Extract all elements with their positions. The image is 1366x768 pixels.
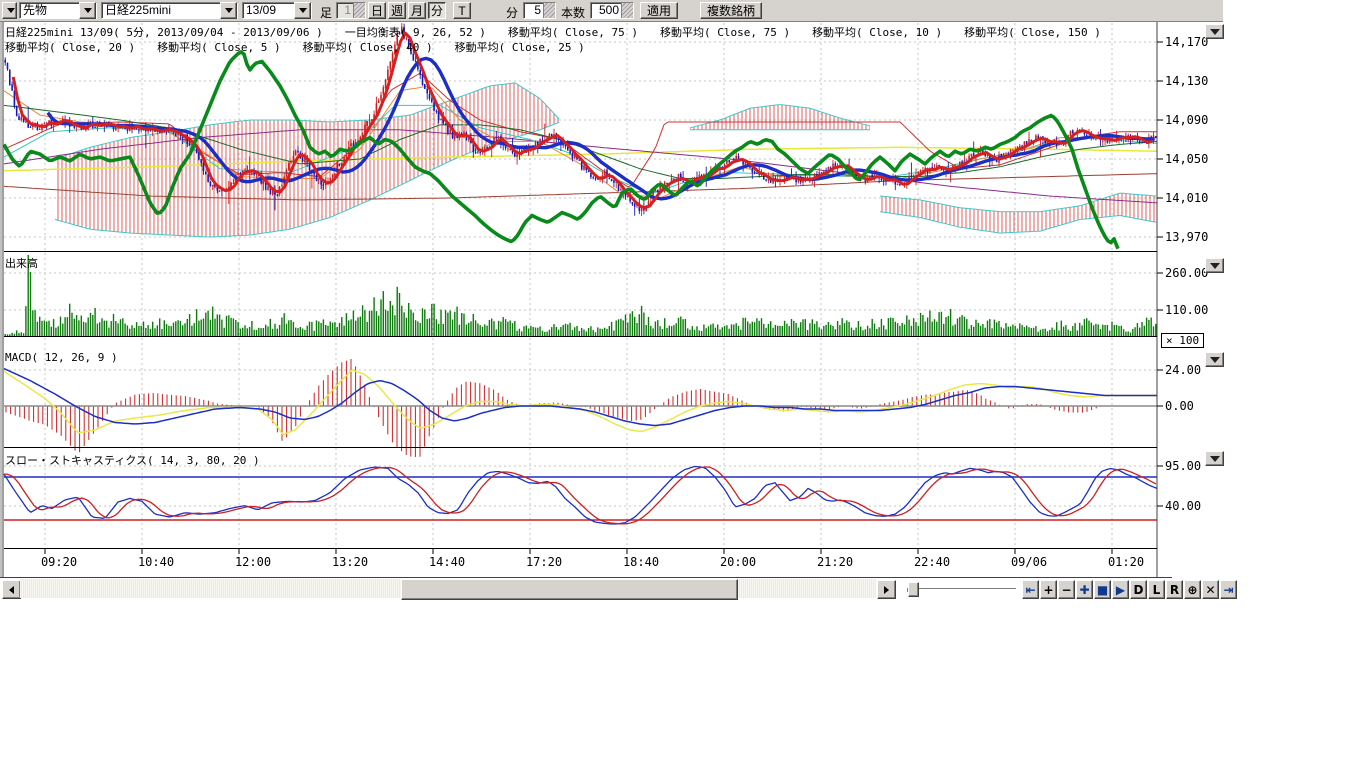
slider-groove: [907, 588, 1016, 592]
time-tick-label: 13:20: [325, 555, 375, 569]
chart-control-button-step-right[interactable]: ⇥: [1220, 580, 1237, 599]
axis-tick-label: 14,170: [1165, 35, 1208, 49]
axis-tick-label: 260.00: [1165, 266, 1208, 280]
legend-item: 移動平均( Close, 25 ): [455, 41, 585, 54]
chart-control-button-zoom-out[interactable]: −: [1058, 580, 1075, 599]
time-tick-label: 14:40: [422, 555, 472, 569]
chart-control-button-l-mode[interactable]: L: [1148, 580, 1165, 599]
legend-item: 移動平均( Close, 40 ): [303, 41, 433, 54]
time-tick-label: 09/06: [1004, 555, 1054, 569]
axis-tick-label: 110.00: [1165, 303, 1208, 317]
chart-application-window: { "toolbar": { "mini_combo_icon": "dropd…: [0, 0, 1366, 768]
time-tick-label: 18:40: [616, 555, 666, 569]
scroll-right-button[interactable]: [877, 580, 896, 599]
chart-control-button-play[interactable]: ▶: [1112, 580, 1129, 599]
chart-control-button-bar: ⇤+−✚■▶DLR⊕✕⇥: [1022, 580, 1238, 599]
time-tick-label: 17:20: [519, 555, 569, 569]
axis-tick-label: 40.00: [1165, 499, 1201, 513]
legend-item: 移動平均( Close, 75 ): [660, 26, 790, 39]
arrow-left-icon: [9, 586, 14, 594]
scroll-left-button[interactable]: [2, 580, 21, 599]
stoch-pane-expander-button[interactable]: [1205, 451, 1224, 466]
price-pane-expander-button[interactable]: [1205, 24, 1224, 39]
chart-control-button-zoom-in[interactable]: +: [1040, 580, 1057, 599]
axis-tick-label: 14,090: [1165, 113, 1208, 127]
slider-thumb[interactable]: [908, 582, 919, 597]
chart-control-button-r-mode[interactable]: R: [1166, 580, 1183, 599]
chart-control-button-stop[interactable]: ■: [1094, 580, 1111, 599]
legend-item: 移動平均( Close, 10 ): [812, 26, 942, 39]
chart-control-button-step-left[interactable]: ⇤: [1022, 580, 1039, 599]
legend-item: 移動平均( Close, 75 ): [508, 26, 638, 39]
volume-multiplier-badge: × 100: [1161, 333, 1204, 348]
chart-control-button-close[interactable]: ✕: [1202, 580, 1219, 599]
indicator-legend-row-1: 日経225mini 13/09( 5分, 2013/09/04 - 2013/0…: [5, 24, 1123, 40]
time-tick-label: 09:20: [34, 555, 84, 569]
arrow-right-icon: [884, 586, 889, 594]
chart-control-button-magnify[interactable]: ⊕: [1184, 580, 1201, 599]
chevron-down-icon: [1210, 357, 1220, 363]
time-tick-label: 12:00: [228, 555, 278, 569]
macd-pane-label: MACD( 12, 26, 9 ): [5, 351, 118, 364]
volume-pane-expander-button[interactable]: [1205, 258, 1224, 273]
horizontal-scrollbar-thumb[interactable]: [401, 579, 738, 600]
chart-control-button-d-mode[interactable]: D: [1130, 580, 1147, 599]
axis-tick-label: 14,050: [1165, 152, 1208, 166]
macd-pane-expander-button[interactable]: [1205, 352, 1224, 367]
zoom-slider[interactable]: [905, 580, 1017, 597]
time-tick-label: 22:40: [907, 555, 957, 569]
chart-plot-area: [0, 0, 1366, 600]
stoch-pane-label: スロー・ストキャスティクス( 14, 3, 80, 20 ): [5, 452, 260, 468]
axis-tick-label: 14,130: [1165, 74, 1208, 88]
time-tick-label: 21:20: [810, 555, 860, 569]
axis-tick-label: 13,970: [1165, 230, 1208, 244]
time-tick-label: 10:40: [131, 555, 181, 569]
chevron-down-icon: [1210, 263, 1220, 269]
chart-control-button-pan[interactable]: ✚: [1076, 580, 1093, 599]
legend-item: 日経225mini 13/09( 5分, 2013/09/04 - 2013/0…: [5, 26, 323, 39]
legend-item: 一目均衡表( 9, 26, 52 ): [345, 26, 486, 39]
volume-pane-label: 出来高: [5, 255, 38, 271]
axis-tick-label: 14,010: [1165, 191, 1208, 205]
time-tick-label: 20:00: [713, 555, 763, 569]
chevron-down-icon: [1210, 456, 1220, 462]
indicator-legend-row-2: 移動平均( Close, 20 ) 移動平均( Close, 5 ) 移動平均( C…: [5, 39, 607, 55]
axis-tick-label: 95.00: [1165, 459, 1201, 473]
chevron-down-icon: [1210, 29, 1220, 35]
axis-tick-label: 24.00: [1165, 363, 1201, 377]
legend-item: 移動平均( Close, 5 ): [157, 41, 280, 54]
legend-item: 移動平均( Close, 20 ): [5, 41, 135, 54]
legend-item: 移動平均( Close, 150 ): [964, 26, 1101, 39]
axis-tick-label: 0.00: [1165, 399, 1194, 413]
time-tick-label: 01:20: [1101, 555, 1151, 569]
